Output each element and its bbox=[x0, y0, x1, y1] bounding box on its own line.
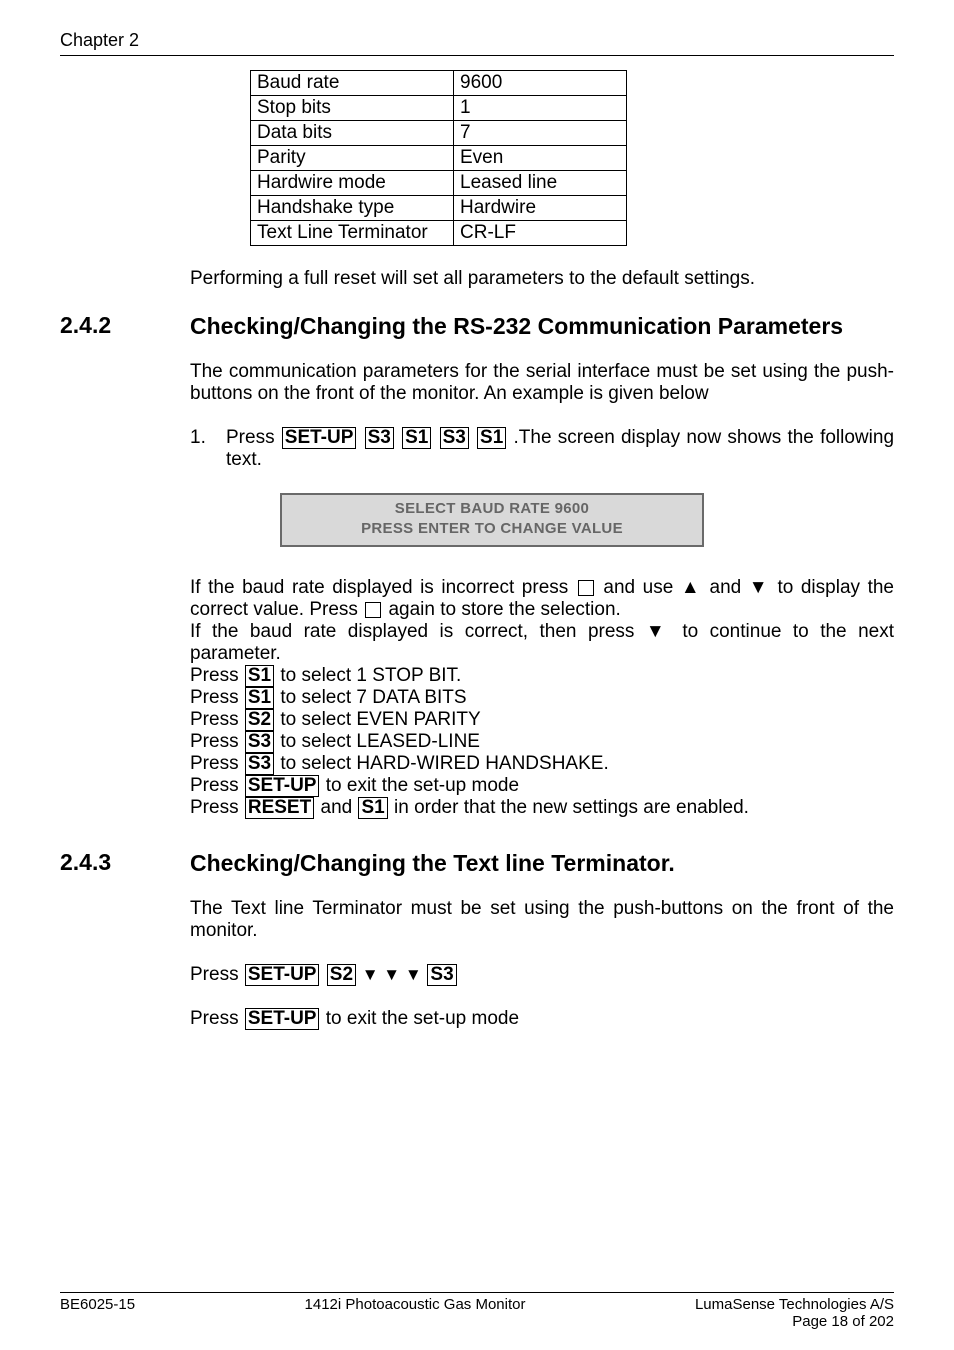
table-row: Text Line TerminatorCR-LF bbox=[251, 221, 627, 246]
setting-value: 7 bbox=[454, 121, 627, 146]
chapter-header: Chapter 2 bbox=[60, 30, 894, 51]
setting-key: Baud rate bbox=[251, 71, 454, 96]
press-setup-exit-243: Press SET-UP to exit the set-up mode bbox=[190, 1008, 894, 1030]
section-number: 2.4.2 bbox=[60, 312, 190, 339]
key-setup: SET-UP bbox=[245, 964, 320, 986]
setting-key: Text Line Terminator bbox=[251, 221, 454, 246]
section-title: Checking/Changing the RS-232 Communicati… bbox=[190, 312, 843, 341]
footer-page-number: Page 18 of 202 bbox=[792, 1313, 894, 1330]
setting-value: 1 bbox=[454, 96, 627, 121]
settings-table: Baud rate9600 Stop bits1 Data bits7 Pari… bbox=[250, 70, 627, 246]
press-reset: Press RESET and S1 in order that the new… bbox=[190, 797, 894, 819]
press-s1-databits: Press S1 to select 7 DATA BITS bbox=[190, 687, 894, 709]
setting-key: Stop bits bbox=[251, 96, 454, 121]
baud-instructions-2: If the baud rate displayed is correct, t… bbox=[190, 621, 894, 665]
section-2-4-2-para1: The communication parameters for the ser… bbox=[190, 361, 894, 405]
footer-left: BE6025-15 bbox=[60, 1296, 135, 1330]
key-s3: S3 bbox=[427, 964, 456, 986]
step-text-a: Press bbox=[226, 427, 281, 448]
key-setup: SET-UP bbox=[245, 1008, 320, 1030]
setting-value: CR-LF bbox=[454, 221, 627, 246]
key-setup: SET-UP bbox=[245, 775, 320, 797]
paragraph-reset-note: Performing a full reset will set all par… bbox=[190, 268, 894, 290]
key-s3: S3 bbox=[245, 753, 274, 775]
key-s3: S3 bbox=[245, 731, 274, 753]
section-2-4-3-para1: The Text line Terminator must be set usi… bbox=[190, 898, 894, 942]
section-number: 2.4.3 bbox=[60, 849, 190, 876]
press-sequence-243: Press SET-UP S2 ▼ ▼ ▼ S3 bbox=[190, 964, 894, 986]
step-1: 1. Press SET-UP S3 S1 S3 S1 .The screen … bbox=[190, 427, 894, 471]
setting-key: Parity bbox=[251, 146, 454, 171]
press-s1-stopbit: Press S1 to select 1 STOP BIT. bbox=[190, 665, 894, 687]
table-row: Hardwire modeLeased line bbox=[251, 171, 627, 196]
press-s3-handshake: Press S3 to select HARD-WIRED HANDSHAKE. bbox=[190, 753, 894, 775]
section-2-4-2-heading: 2.4.2 Checking/Changing the RS-232 Commu… bbox=[60, 312, 894, 341]
setting-value: Hardwire bbox=[454, 196, 627, 221]
key-s2: S2 bbox=[327, 964, 356, 986]
key-s2: S2 bbox=[245, 709, 274, 731]
setting-value: 9600 bbox=[454, 71, 627, 96]
key-s1: S1 bbox=[477, 427, 506, 449]
header-rule bbox=[60, 55, 894, 56]
key-s1: S1 bbox=[245, 687, 274, 709]
press-setup-exit: Press SET-UP to exit the set-up mode bbox=[190, 775, 894, 797]
setting-value: Even bbox=[454, 146, 627, 171]
key-setup: SET-UP bbox=[282, 427, 357, 449]
setting-value: Leased line bbox=[454, 171, 627, 196]
lcd-display: SELECT BAUD RATE 9600 PRESS ENTER TO CHA… bbox=[280, 493, 704, 548]
table-row: Data bits7 bbox=[251, 121, 627, 146]
footer-right-company: LumaSense Technologies A/S bbox=[695, 1296, 894, 1313]
key-s3: S3 bbox=[440, 427, 469, 449]
lcd-line-2: PRESS ENTER TO CHANGE VALUE bbox=[282, 519, 702, 539]
lcd-line-1: SELECT BAUD RATE 9600 bbox=[282, 499, 702, 519]
setting-key: Handshake type bbox=[251, 196, 454, 221]
section-title: Checking/Changing the Text line Terminat… bbox=[190, 849, 675, 878]
key-reset: RESET bbox=[245, 797, 314, 819]
press-s2-parity: Press S2 to select EVEN PARITY bbox=[190, 709, 894, 731]
enter-key-icon bbox=[365, 602, 381, 618]
press-s3-leased: Press S3 to select LEASED-LINE bbox=[190, 731, 894, 753]
baud-instructions: If the baud rate displayed is incorrect … bbox=[190, 577, 894, 621]
key-s1: S1 bbox=[402, 427, 431, 449]
key-s1: S1 bbox=[245, 665, 274, 687]
down-arrows: ▼ ▼ ▼ bbox=[357, 965, 426, 984]
step-number: 1. bbox=[190, 427, 226, 471]
key-s3: S3 bbox=[365, 427, 394, 449]
footer-center: 1412i Photoacoustic Gas Monitor bbox=[305, 1296, 526, 1330]
table-row: Baud rate9600 bbox=[251, 71, 627, 96]
enter-key-icon bbox=[578, 580, 594, 596]
setting-key: Hardwire mode bbox=[251, 171, 454, 196]
section-2-4-3-heading: 2.4.3 Checking/Changing the Text line Te… bbox=[60, 849, 894, 878]
key-s1: S1 bbox=[358, 797, 387, 819]
page-footer: BE6025-15 1412i Photoacoustic Gas Monito… bbox=[60, 1292, 894, 1330]
setting-key: Data bits bbox=[251, 121, 454, 146]
table-row: ParityEven bbox=[251, 146, 627, 171]
table-row: Handshake typeHardwire bbox=[251, 196, 627, 221]
table-row: Stop bits1 bbox=[251, 96, 627, 121]
footer-rule bbox=[60, 1292, 894, 1293]
